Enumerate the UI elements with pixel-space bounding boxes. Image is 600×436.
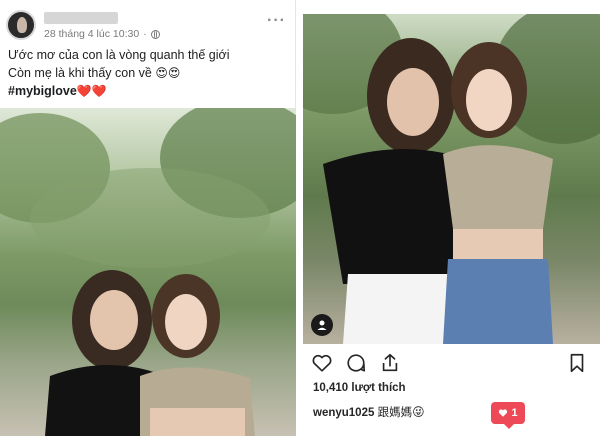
- hashtag-line: #mybiglove❤️❤️: [8, 82, 230, 100]
- heart-icon: [499, 409, 508, 417]
- bookmark-icon[interactable]: [566, 352, 588, 374]
- comment-icon[interactable]: [345, 352, 367, 374]
- blurred-author-name[interactable]: [44, 12, 118, 24]
- like-notification-badge[interactable]: 1: [491, 402, 525, 429]
- post-header: 28 tháng 4 lúc 10:30 · ···: [6, 8, 292, 42]
- notification-count: 1: [511, 407, 518, 419]
- likes-count[interactable]: 10,410 lượt thích: [313, 382, 406, 394]
- post-photo[interactable]: [0, 108, 296, 436]
- hashtag-link[interactable]: #mybiglove: [8, 84, 77, 98]
- post-meta: 28 tháng 4 lúc 10:30 ·: [44, 28, 160, 40]
- instagram-post: 10,410 lượt thích wenyu1025 跟媽媽😜 1: [303, 0, 600, 436]
- post-line-2-text: Còn mẹ là khi thấy con về: [8, 66, 152, 80]
- photo-placeholder: [303, 14, 600, 344]
- heart-icon[interactable]: [311, 352, 333, 374]
- avatar[interactable]: [6, 10, 36, 40]
- facebook-post: 28 tháng 4 lúc 10:30 · ··· Ước mơ của co…: [0, 0, 296, 436]
- post-timestamp[interactable]: 28 tháng 4 lúc 10:30: [44, 28, 139, 40]
- person-icon: [317, 320, 327, 330]
- heart-eyes-emoji: 😍😍: [155, 66, 181, 80]
- globe-icon: [150, 29, 160, 39]
- post-line-1: Ước mơ của con là vòng quanh thế giới: [8, 48, 230, 62]
- photo-placeholder: [0, 108, 296, 436]
- instagram-photo[interactable]: [303, 14, 600, 344]
- action-bar: [311, 352, 592, 376]
- caption-username[interactable]: wenyu1025: [313, 407, 374, 419]
- caption: wenyu1025 跟媽媽😜: [313, 404, 425, 420]
- wink-tongue-emoji: 😜: [412, 405, 425, 419]
- post-text: Ước mơ của con là vòng quanh thế giới Cò…: [8, 46, 230, 100]
- post-line-2: Còn mẹ là khi thấy con về 😍😍: [8, 64, 230, 82]
- share-icon[interactable]: [379, 352, 401, 374]
- more-options-icon[interactable]: ···: [267, 12, 286, 30]
- caption-text: 跟媽媽: [377, 407, 413, 419]
- meta-separator: ·: [143, 28, 147, 40]
- user-tag-icon[interactable]: [311, 314, 333, 336]
- red-heart-emoji: ❤️❤️: [76, 84, 107, 98]
